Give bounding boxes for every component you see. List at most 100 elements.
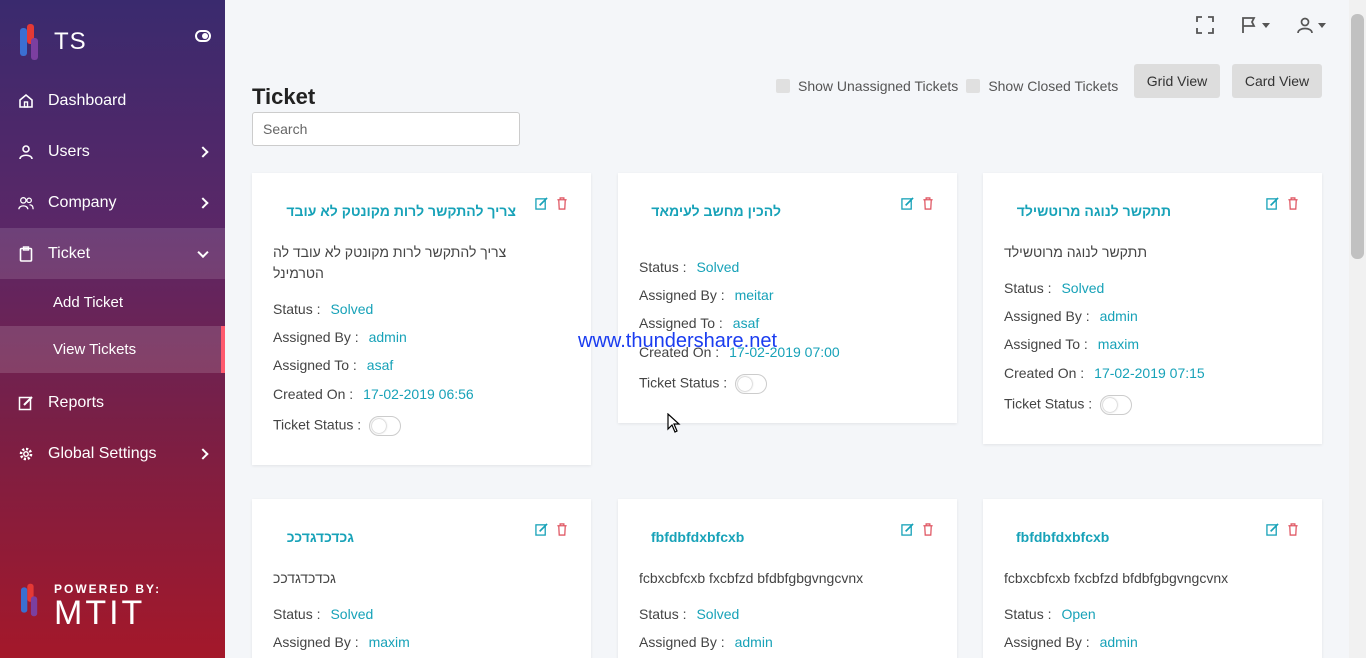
vertical-scrollbar[interactable]: [1349, 0, 1366, 658]
brand[interactable]: TS: [18, 22, 87, 62]
delete-icon[interactable]: [556, 197, 568, 210]
status-value: Solved: [330, 301, 374, 317]
ticket-description: fcbxcbfcxb fxcbfzd bfdbfgbgvngcvnx: [639, 570, 864, 586]
status-field: Status : Solved: [1004, 280, 1104, 296]
scrollbar-thumb[interactable]: [1351, 14, 1364, 259]
chevron-down-icon: [197, 246, 209, 258]
delete-icon[interactable]: [1287, 197, 1299, 210]
gear-icon: [18, 446, 34, 462]
ticket-title[interactable]: להכין מחשב לעימאד: [651, 203, 781, 219]
ticket-status-field: Ticket Status :: [1004, 395, 1133, 415]
show-closed-checkbox[interactable]: Show Closed Tickets: [966, 78, 1118, 94]
field-label: Assigned To :: [639, 315, 723, 331]
chevron-right-icon: [197, 447, 209, 460]
delete-icon[interactable]: [556, 523, 568, 536]
card-actions: [901, 523, 934, 536]
edit-icon[interactable]: [1266, 197, 1279, 210]
flag-dropdown[interactable]: [1240, 16, 1270, 34]
assigned-by-value: admin: [1099, 634, 1138, 650]
edit-icon[interactable]: [535, 523, 548, 536]
status-field: Status : Solved: [273, 301, 373, 317]
sidebar-nav: Dashboard Users Company Ticket Add Ticke…: [0, 75, 225, 479]
sidebar-subitem-view-tickets[interactable]: View Tickets: [0, 326, 225, 373]
ticket-card[interactable]: fbfdbfdxbfcxb fcbxcbfcxb fxcbfzd bfdbfgb…: [983, 499, 1322, 658]
ticket-title[interactable]: תתקשר לנוגה מרוטשילד: [1017, 203, 1171, 219]
field-label: Ticket Status :: [1004, 395, 1093, 412]
field-label: Status :: [273, 301, 321, 317]
sidebar-item-label: Ticket: [48, 244, 91, 262]
created-on-field: Created On : 17-02-2019 07:15: [1004, 365, 1205, 381]
created-on-value: 17-02-2019 07:15: [1094, 365, 1205, 381]
search-input[interactable]: [252, 112, 520, 146]
status-field: Status : Solved: [639, 606, 739, 622]
sidebar-item-reports[interactable]: Reports: [0, 377, 225, 428]
sidebar-item-label: Dashboard: [48, 91, 127, 109]
field-label: Assigned To :: [273, 357, 357, 373]
ticket-card[interactable]: גכדכדגדככ גכדכדגדככ Status : Solved Assig…: [252, 499, 591, 658]
delete-icon[interactable]: [1287, 523, 1299, 536]
card-actions: [535, 523, 568, 536]
assigned-to-field: Assigned To : maxim: [1004, 336, 1139, 352]
ticket-card[interactable]: fbfdbfdxbfcxb fcbxcbfcxb fxcbfzd bfdbfgb…: [618, 499, 957, 658]
edit-icon[interactable]: [1266, 523, 1279, 536]
ticket-description: גכדכדגדככ: [273, 570, 336, 586]
ticket-card[interactable]: תתקשר לנוגה מרוטשילד תתקשר לנוגה מרוטשיל…: [983, 173, 1322, 444]
assigned-by-field: Assigned By : admin: [273, 329, 407, 345]
delete-icon[interactable]: [922, 197, 934, 210]
field-label: Assigned By :: [1004, 634, 1090, 650]
assigned-by-value: admin: [1099, 308, 1138, 324]
sidebar-item-company[interactable]: Company: [0, 177, 225, 228]
assigned-by-value: maxim: [368, 634, 410, 650]
field-label: Assigned To :: [1004, 336, 1088, 352]
assigned-to-value: asaf: [732, 315, 760, 331]
delete-icon[interactable]: [922, 523, 934, 536]
status-value: Solved: [696, 259, 740, 275]
status-field: Status : Open: [1004, 606, 1096, 622]
ticket-status-toggle[interactable]: [735, 374, 768, 394]
ticket-status-toggle[interactable]: [369, 416, 402, 436]
ticket-title[interactable]: גכדכדגדככ: [287, 529, 354, 545]
ticket-title[interactable]: צריך להתקשר לרות מקונטק לא עובד: [286, 203, 516, 219]
field-label: Ticket Status :: [639, 374, 728, 391]
ticket-card[interactable]: צריך להתקשר לרות מקונטק לא עובד צריך להת…: [252, 173, 591, 465]
show-unassigned-checkbox[interactable]: Show Unassigned Tickets: [776, 78, 958, 94]
card-view-button[interactable]: Card View: [1232, 64, 1322, 98]
sidebar-item-label: Reports: [48, 393, 105, 411]
checkbox-box[interactable]: [966, 79, 981, 93]
ticket-status-field: Ticket Status :: [639, 374, 768, 394]
assigned-to-value: asaf: [366, 357, 394, 373]
sidebar-subitem-add-ticket[interactable]: Add Ticket: [0, 279, 225, 326]
caret-down-icon: [1262, 22, 1270, 28]
fullscreen-icon[interactable]: [1196, 16, 1214, 34]
checkbox-box[interactable]: [776, 79, 790, 93]
sidebar-item-users[interactable]: Users: [0, 126, 225, 177]
card-actions: [535, 197, 568, 210]
sidebar-item-label: Global Settings: [48, 444, 157, 462]
edit-icon[interactable]: [535, 197, 548, 210]
sidebar-item-ticket[interactable]: Ticket: [0, 228, 225, 279]
ticket-title[interactable]: fbfdbfdxbfcxb: [651, 529, 744, 545]
chevron-right-icon: [197, 196, 209, 209]
field-label: Assigned By :: [1004, 308, 1090, 324]
ticket-title[interactable]: fbfdbfdxbfcxb: [1016, 529, 1109, 545]
grid-view-button[interactable]: Grid View: [1134, 64, 1220, 98]
assigned-by-field: Assigned By : meitar: [639, 287, 774, 303]
flag-icon: [1242, 17, 1256, 33]
edit-icon[interactable]: [901, 197, 914, 210]
sidebar-toggle-icon[interactable]: [195, 30, 211, 42]
sidebar-item-dashboard[interactable]: Dashboard: [0, 75, 225, 126]
top-toolbar: [1196, 16, 1326, 34]
ticket-status-toggle[interactable]: [1100, 395, 1133, 415]
ticket-card[interactable]: להכין מחשב לעימאד Status : Solved Assigne…: [618, 173, 957, 423]
user-dropdown[interactable]: [1296, 16, 1326, 34]
card-actions: [1266, 197, 1299, 210]
edit-icon[interactable]: [901, 523, 914, 536]
field-label: Status :: [639, 259, 687, 275]
sidebar-item-global-settings[interactable]: Global Settings: [0, 428, 225, 479]
user-icon: [1297, 17, 1313, 34]
assigned-by-field: Assigned By : admin: [1004, 634, 1138, 650]
chevron-right-icon: [197, 145, 209, 158]
field-label: Status :: [1004, 606, 1052, 622]
assigned-by-field: Assigned By : admin: [1004, 308, 1138, 324]
watermark: www.thundershare.net: [578, 330, 778, 352]
